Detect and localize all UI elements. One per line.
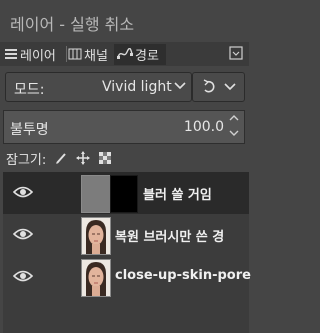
- lock-pixels-icon[interactable]: [54, 151, 68, 165]
- layer-row[interactable]: close-up-skin-pore: [3, 256, 251, 298]
- layer-name: close-up-skin-pore: [115, 268, 251, 283]
- chevron-down-icon: [224, 83, 236, 91]
- layer-row[interactable]: 블러 쓸 거임: [3, 172, 249, 214]
- dialog-title: 레이어 - 실행 취소: [10, 15, 135, 34]
- eye-icon[interactable]: [13, 269, 33, 283]
- layer-name: 복원 브러시만 쓴 경: [115, 230, 225, 245]
- reset-icon: [203, 79, 215, 93]
- mode-dropdown[interactable]: 모드: Vivid light: [5, 72, 192, 102]
- dock-tab-bar: 레이어 채널 경로: [0, 42, 249, 66]
- mode-value: Vivid light: [102, 79, 172, 95]
- layers-list: 블러 쓸 거임 복원 브러시만 쓴 경 close-up-skin-pore: [3, 172, 251, 333]
- layer-thumbnail: [81, 217, 111, 255]
- tab-channels-label: 채널: [84, 48, 108, 64]
- configure-tab-icon[interactable]: [229, 46, 243, 60]
- paths-icon: [117, 48, 133, 59]
- opacity-label: 불투명: [10, 122, 49, 138]
- tab-paths[interactable]: 경로: [117, 44, 159, 64]
- layer-thumbnail: [81, 175, 111, 213]
- chevron-down-icon: [174, 82, 186, 90]
- dialog-titlebar: 레이어 - 실행 취소: [0, 0, 249, 42]
- tab-layers-label: 레이어: [20, 48, 56, 64]
- mode-label: 모드:: [14, 82, 45, 98]
- chevron-up-icon[interactable]: [229, 114, 239, 122]
- lock-label: 잠그기:: [6, 152, 47, 168]
- channels-icon: [68, 48, 82, 60]
- mode-row: 모드: Vivid light: [5, 72, 245, 102]
- lock-row: 잠그기:: [6, 149, 120, 168]
- tab-channels[interactable]: 채널: [68, 44, 108, 64]
- tab-layers[interactable]: 레이어: [4, 44, 56, 64]
- chevron-down-icon[interactable]: [229, 129, 239, 137]
- opacity-value: 100.0: [183, 119, 224, 135]
- layer-thumbnail: [81, 259, 111, 297]
- layers-icon: [5, 49, 17, 59]
- lock-alpha-icon[interactable]: [98, 151, 112, 165]
- eye-icon[interactable]: [13, 185, 33, 199]
- tab-separator: [66, 46, 67, 62]
- tab-paths-label: 경로: [135, 48, 159, 64]
- opacity-spinbutton[interactable]: 불투명 100.0: [3, 110, 245, 144]
- eye-icon[interactable]: [13, 227, 33, 241]
- composite-mode-dropdown[interactable]: [192, 72, 245, 102]
- layer-name: 블러 쓸 거임: [143, 188, 212, 203]
- layer-row[interactable]: 복원 브러시만 쓴 경: [3, 214, 249, 256]
- layer-mask-thumbnail: [110, 175, 138, 213]
- lock-position-icon[interactable]: [76, 151, 91, 165]
